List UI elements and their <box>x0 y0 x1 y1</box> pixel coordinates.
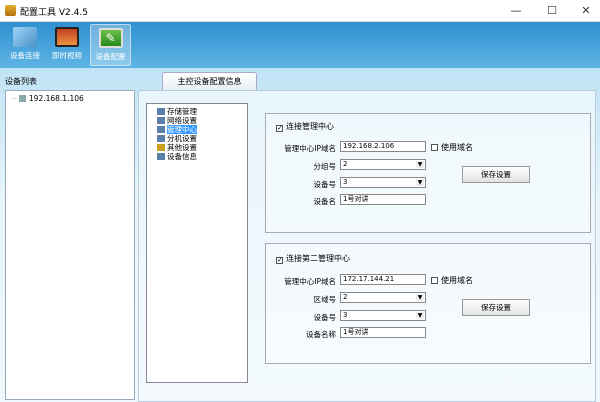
live-video-button[interactable]: 即时视频 <box>48 24 86 66</box>
device-config-label: 设备配置 <box>95 52 126 61</box>
device-no-value: 3 <box>343 178 348 186</box>
connect-second-center-checkbox[interactable]: ✓ 连接第二管理中心 <box>276 253 350 264</box>
device-no-select[interactable]: 3 ▼ <box>340 177 426 188</box>
device-list-label: 设备列表 <box>5 77 37 86</box>
use-domain-checkbox[interactable]: 使用域名 <box>431 275 473 286</box>
network-computers-icon <box>13 27 37 47</box>
group-select[interactable]: 2 ▼ <box>340 159 426 170</box>
maximize-button[interactable]: ☐ <box>542 3 562 19</box>
checkbox-box: ✓ <box>276 124 283 132</box>
minimize-button[interactable]: — <box>506 3 526 19</box>
tree-label: 设备信息 <box>167 152 197 161</box>
phone-icon <box>157 135 165 142</box>
live-video-label: 即时视频 <box>52 51 82 60</box>
device-list-item[interactable]: ┈ 192.168.1.106 <box>12 94 84 103</box>
tree-item-management-center[interactable]: 管理中心 <box>157 125 197 134</box>
area-select[interactable]: 2 ▼ <box>340 292 426 303</box>
device-no-value: 3 <box>343 311 348 319</box>
config-tree: 存储管理 网络设置 管理中心 分机设置 其他设置 设备信息 <box>146 103 248 383</box>
chevron-down-icon: ▼ <box>416 312 424 319</box>
chevron-down-icon: ▼ <box>416 294 424 301</box>
tree-label: 其他设置 <box>167 143 197 152</box>
tree-label: 网络设置 <box>167 116 197 125</box>
checkbox-label: 连接管理中心 <box>286 122 334 131</box>
device-no-label: 设备号 <box>313 313 337 322</box>
use-domain-checkbox[interactable]: 使用域名 <box>431 142 473 153</box>
tree-item-storage[interactable]: 存储管理 <box>157 107 197 116</box>
checkbox-box <box>431 277 438 284</box>
management-icon <box>157 126 165 133</box>
device-config-button[interactable]: ✎ 设备配置 <box>90 24 131 66</box>
chevron-down-icon: ▼ <box>416 161 424 168</box>
checkbox-label: 使用域名 <box>441 276 473 285</box>
device-no-label: 设备号 <box>313 180 337 189</box>
device-name-label: 设备名 <box>313 197 337 206</box>
connect-center-checkbox[interactable]: ✓ 连接管理中心 <box>276 121 334 132</box>
device-connect-label: 设备连接 <box>10 51 40 60</box>
checkbox-box <box>431 144 438 151</box>
app-icon <box>5 5 16 16</box>
tree-item-network[interactable]: 网络设置 <box>157 116 197 125</box>
device-connect-button[interactable]: 设备连接 <box>5 24 45 66</box>
ip-label: 管理中心IP域名 <box>284 144 336 153</box>
device-name-label: 设备名称 <box>306 330 336 339</box>
window-title: 配置工具 V2.4.5 <box>20 8 88 18</box>
ip-input[interactable]: 192.168.2.106 <box>340 141 426 152</box>
checkbox-box: ✓ <box>276 256 283 264</box>
video-monitor-icon <box>55 27 79 47</box>
tree-label: 管理中心 <box>167 125 197 134</box>
network-icon <box>157 117 165 124</box>
checkbox-label: 使用域名 <box>441 143 473 152</box>
device-name-input[interactable]: 1号对讲 <box>340 327 426 338</box>
title-bar: 配置工具 V2.4.5 — ☐ ✕ <box>0 0 600 22</box>
device-no-select[interactable]: 3 ▼ <box>340 310 426 321</box>
device-icon <box>18 95 26 102</box>
device-ip: 192.168.1.106 <box>28 94 84 103</box>
chevron-down-icon: ▼ <box>416 179 424 186</box>
area-value: 2 <box>343 293 348 301</box>
toolbar: 设备连接 即时视频 ✎ 设备配置 <box>0 22 600 68</box>
tree-item-device-info[interactable]: 设备信息 <box>157 152 197 161</box>
ip-input[interactable]: 172.17.144.21 <box>340 274 426 285</box>
tree-item-extension[interactable]: 分机设置 <box>157 134 197 143</box>
tree-label: 存储管理 <box>167 107 197 116</box>
close-button[interactable]: ✕ <box>576 3 596 19</box>
save-button[interactable]: 保存设置 <box>462 299 530 316</box>
device-list: ┈ 192.168.1.106 <box>5 90 135 400</box>
group-label: 分组号 <box>313 162 337 171</box>
tree-label: 分机设置 <box>167 134 197 143</box>
group-value: 2 <box>343 160 348 168</box>
save-button[interactable]: 保存设置 <box>462 166 530 183</box>
info-icon <box>157 153 165 160</box>
config-wrench-icon: ✎ <box>98 28 123 48</box>
storage-icon <box>157 108 165 115</box>
other-settings-icon <box>157 144 165 151</box>
area-label: 区域号 <box>313 295 337 304</box>
tree-item-other[interactable]: 其他设置 <box>157 143 197 152</box>
checkbox-label: 连接第二管理中心 <box>286 254 350 263</box>
device-name-input[interactable]: 1号对讲 <box>340 194 426 205</box>
tab-main-device-config[interactable]: 主控设备配置信息 <box>162 72 257 91</box>
ip-label: 管理中心IP域名 <box>284 277 336 286</box>
